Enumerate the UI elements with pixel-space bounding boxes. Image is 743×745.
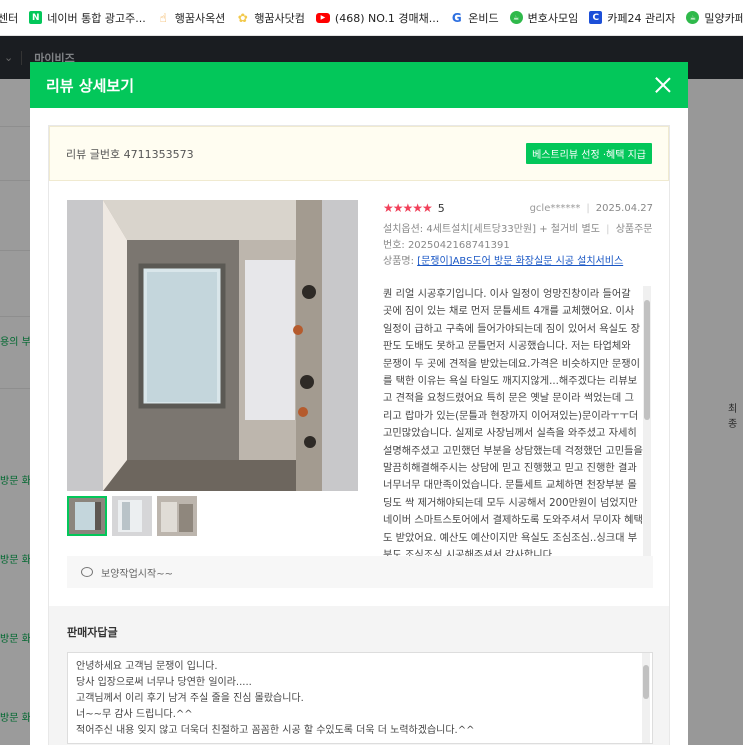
review-date: 2025.04.27 xyxy=(595,202,653,214)
rating-score: 5 xyxy=(437,201,445,215)
bookmark-label: 온비드 xyxy=(468,11,499,25)
bookmark-item[interactable]: C 카페24 관리자 xyxy=(589,10,675,26)
modal-title: 리뷰 상세보기 xyxy=(46,76,135,95)
youtube-icon: ▶ xyxy=(315,12,330,23)
comment-text: 보양작업시작~~ xyxy=(101,568,173,580)
review-number-box: 리뷰 글번호 4711353573 베스트리뷰 선정 ·혜택 지급 xyxy=(49,126,669,181)
speech-bubble-icon xyxy=(81,567,93,577)
cafe-icon: ☕ xyxy=(509,11,523,24)
bookmark-item[interactable]: ☕ 밀양카페 xyxy=(686,10,743,26)
bookmark-item[interactable]: 센터 xyxy=(0,10,18,26)
cafe-icon: ☕ xyxy=(686,11,700,24)
hand-icon: ☝ xyxy=(159,10,167,25)
scrollbar-thumb[interactable] xyxy=(644,300,650,420)
modal-header: 리뷰 상세보기 xyxy=(30,62,688,108)
bookmark-label: 밀양카페 xyxy=(704,11,743,25)
bookmark-label: 센터 xyxy=(0,11,19,25)
product-link[interactable]: [문쟁이]ABS도어 방문 화장실문 시공 설치서비스 xyxy=(417,256,623,267)
reviewer-id: gcle****** xyxy=(529,202,581,214)
bookmark-item[interactable]: G 온비드 xyxy=(450,10,499,26)
seller-reply-section: 판매자답글 안녕하세요 고객님 문쟁이 입니다. 당사 입장으로써 너무나 당연… xyxy=(49,606,669,745)
bookmark-label: (468) NO.1 경매채... xyxy=(334,11,440,25)
review-text: 퀀 리얼 시공후기입니다. 이사 일정이 엉망진창이라 들어갈 곳에 짐이 있는… xyxy=(383,289,643,561)
option-line: 설치옵션: 4세트설치[세트당33만원] + 철거비 별도 xyxy=(383,224,600,235)
review-info: ★★★★★ 5 gcle****** | 2025.04.27 설치옵션: 4세… xyxy=(383,200,653,270)
seller-reply-textarea[interactable]: 안녕하세요 고객님 문쟁이 입니다. 당사 입장으로써 너무나 당연한 일이라.… xyxy=(67,652,653,744)
bookmark-label: 행꿈사옥션 xyxy=(174,11,226,25)
divider: | xyxy=(606,224,610,235)
thumbnail-3[interactable] xyxy=(157,496,197,536)
bookmark-item[interactable]: ☝ 행꿈사옥션 xyxy=(157,10,226,26)
bookmark-label: 네이버 통합 광고주... xyxy=(47,11,146,25)
bookmark-item[interactable]: N 네이버 통합 광고주... xyxy=(29,10,146,26)
thumbnail-image xyxy=(112,496,152,536)
thumbnail-1[interactable] xyxy=(67,496,107,536)
seller-reply-line: 적어주신 내용 잊지 않고 더욱더 친절하고 꼼꼼한 시공 할 수있도록 더욱 … xyxy=(76,725,475,736)
onbid-g-icon: G xyxy=(451,10,462,25)
seller-reply-line: 당사 입장으로써 너무나 당연한 일이라..... xyxy=(76,677,252,688)
scrollbar-thumb[interactable] xyxy=(643,665,649,699)
flower-icon: ✿ xyxy=(237,10,248,25)
product-info: 상품명: [문쟁이]ABS도어 방문 화장실문 시공 설치서비스 xyxy=(383,254,653,270)
close-icon[interactable] xyxy=(654,76,672,94)
thumbnail-image xyxy=(69,498,105,534)
naver-n-icon: N xyxy=(29,11,43,24)
divider: | xyxy=(586,202,590,214)
review-scrollbar[interactable] xyxy=(643,286,651,566)
star-rating-icon: ★★★★★ xyxy=(383,201,433,215)
cafe24-c-icon: C xyxy=(589,11,603,24)
bookmark-item[interactable]: ▶ (468) NO.1 경매채... xyxy=(315,10,440,26)
bookmark-item[interactable]: ✿ 행꿈사닷컴 xyxy=(236,10,305,26)
review-photo-image xyxy=(67,200,358,491)
bookmark-item[interactable]: ☕ 변호사모임 xyxy=(509,10,579,26)
reply-scrollbar[interactable] xyxy=(642,653,650,743)
seller-reply-line: 안녕하세요 고객님 문쟁이 입니다. xyxy=(76,661,218,672)
thumbnail-2[interactable] xyxy=(112,496,152,536)
option-info: 설치옵션: 4세트설치[세트당33만원] + 철거비 별도 | 상품주문 번호:… xyxy=(383,222,653,254)
thumbnail-image xyxy=(157,496,197,536)
review-detail-modal: 리뷰 상세보기 리뷰 글번호 4711353573 베스트리뷰 선정 ·혜택 지… xyxy=(30,62,688,745)
best-review-button[interactable]: 베스트리뷰 선정 ·혜택 지급 xyxy=(526,143,652,164)
review-main-photo[interactable] xyxy=(67,200,358,491)
order-label: 상품주문 xyxy=(615,224,653,235)
bookmark-label: 변호사모임 xyxy=(527,11,579,25)
bookmarks-bar: 센터 N 네이버 통합 광고주... ☝ 행꿈사옥션 ✿ 행꿈사닷컴 ▶ (46… xyxy=(0,0,743,36)
comment-bar: 보양작업시작~~ xyxy=(67,556,653,588)
seller-reply-title: 판매자답글 xyxy=(67,626,118,639)
rating-row: ★★★★★ 5 gcle****** | 2025.04.27 xyxy=(383,200,653,216)
bookmark-label: 행꿈사닷컴 xyxy=(254,11,305,25)
bookmark-label: 카페24 관리자 xyxy=(607,11,676,25)
modal-body: 리뷰 글번호 4711353573 베스트리뷰 선정 ·혜택 지급 ★★★★★ … xyxy=(48,125,670,745)
seller-reply-line: 너~~무 감사 드립니다.^^ xyxy=(76,709,193,720)
seller-reply-line: 고객님께서 이리 후기 남겨 주실 줄을 진심 몰랐습니다. xyxy=(76,693,304,704)
thumbnail-list xyxy=(67,496,197,536)
product-label: 상품명: xyxy=(383,256,414,267)
order-number: 번호: 2025042168741391 xyxy=(383,240,510,251)
review-number: 리뷰 글번호 4711353573 xyxy=(66,147,194,161)
